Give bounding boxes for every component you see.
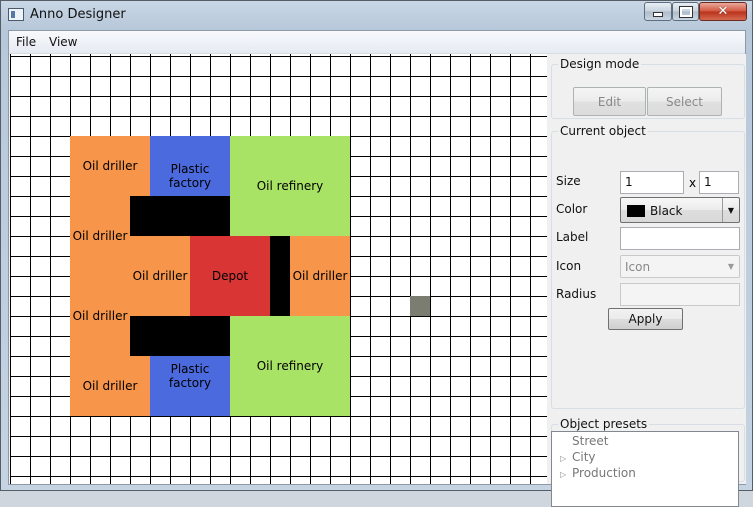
label-input[interactable] xyxy=(620,227,740,250)
radius-input[interactable] xyxy=(620,283,740,306)
street-tile[interactable] xyxy=(130,196,230,236)
object-label: Oil refinery xyxy=(256,179,324,193)
size-width-input[interactable]: 1 xyxy=(620,171,684,194)
object-label: Oil driller xyxy=(72,309,128,323)
object-label: Plastic factory xyxy=(168,362,212,390)
size-label: Size xyxy=(556,174,581,188)
color-swatch xyxy=(627,205,645,217)
main-window: Anno Designer ✕ File View Oil driller Oi… xyxy=(0,0,753,507)
object-presets-title: Object presets xyxy=(558,417,650,431)
oil-driller[interactable]: Oil driller xyxy=(70,196,130,276)
object-label: Oil refinery xyxy=(256,359,324,373)
label-label: Label xyxy=(556,230,589,244)
street-tile[interactable] xyxy=(270,236,290,316)
size-separator: x xyxy=(689,176,697,190)
close-icon: ✕ xyxy=(717,4,729,19)
maximize-button[interactable] xyxy=(672,2,699,21)
radius-label: Radius xyxy=(556,287,597,301)
select-button[interactable]: Select xyxy=(647,87,722,116)
presets-tree[interactable]: Street ▷ City ▷ Production xyxy=(551,431,739,507)
design-canvas[interactable]: Oil driller Oil driller Oil driller Oil … xyxy=(10,54,547,484)
color-select-value: Black xyxy=(650,204,683,218)
tree-item-label: Street xyxy=(572,434,609,448)
object-label: Oil driller xyxy=(132,269,188,283)
client-area: File View Oil driller Oil driller Oil dr… xyxy=(8,30,746,507)
object-label: Depot xyxy=(211,269,249,283)
tree-item-city[interactable]: ▷ City xyxy=(560,450,596,464)
design-mode-title: Design mode xyxy=(558,57,642,71)
object-label: Oil driller xyxy=(82,379,138,393)
current-object-title: Current object xyxy=(558,124,648,138)
icon-label: Icon xyxy=(556,259,582,273)
color-label: Color xyxy=(556,202,588,216)
apply-button[interactable]: Apply xyxy=(608,308,683,330)
window-title: Anno Designer xyxy=(30,7,126,22)
placement-cursor xyxy=(410,296,430,316)
oil-driller[interactable]: Oil driller xyxy=(70,356,150,416)
oil-driller[interactable]: Oil driller xyxy=(290,236,350,316)
icon-select-value: Icon xyxy=(625,260,651,274)
object-label: Oil driller xyxy=(72,229,128,243)
edit-button[interactable]: Edit xyxy=(573,87,646,116)
tree-item-production[interactable]: ▷ Production xyxy=(560,466,636,480)
close-button[interactable]: ✕ xyxy=(699,2,747,21)
tree-item-label: City xyxy=(572,450,596,464)
menu-view[interactable]: View xyxy=(49,35,77,49)
oil-driller[interactable]: Oil driller xyxy=(130,236,190,316)
icon-select[interactable]: Icon ▼ xyxy=(620,255,740,278)
oil-refinery[interactable]: Oil refinery xyxy=(230,136,350,236)
size-height-input[interactable]: 1 xyxy=(699,171,739,194)
expand-arrow-icon[interactable]: ▷ xyxy=(560,470,572,479)
street-tile[interactable] xyxy=(130,316,230,356)
design-mode-group: Design mode Edit Select xyxy=(551,57,745,119)
minimize-icon xyxy=(653,12,663,17)
menu-file[interactable]: File xyxy=(16,35,36,49)
color-select[interactable]: Black ▼ xyxy=(620,197,740,223)
oil-refinery[interactable]: Oil refinery xyxy=(230,316,350,416)
object-label: Plastic factory xyxy=(168,162,212,190)
chevron-down-icon: ▼ xyxy=(727,262,735,271)
depot[interactable]: Depot xyxy=(190,236,270,316)
expand-arrow-icon[interactable]: ▷ xyxy=(560,454,572,463)
app-icon xyxy=(8,8,24,21)
menu-bar: File View xyxy=(9,31,745,54)
maximize-icon xyxy=(678,5,693,18)
object-label: Oil driller xyxy=(292,269,348,283)
oil-driller[interactable]: Oil driller xyxy=(70,136,150,196)
oil-driller[interactable]: Oil driller xyxy=(70,276,130,356)
side-panel: Design mode Edit Select Current object S… xyxy=(548,54,746,507)
title-bar[interactable]: Anno Designer ✕ xyxy=(1,1,752,29)
object-label: Oil driller xyxy=(82,159,138,173)
tree-item-label: Production xyxy=(572,466,636,480)
minimize-button[interactable] xyxy=(644,2,672,21)
chevron-down-icon: ▼ xyxy=(722,198,739,222)
tree-item-street[interactable]: Street xyxy=(560,434,608,448)
